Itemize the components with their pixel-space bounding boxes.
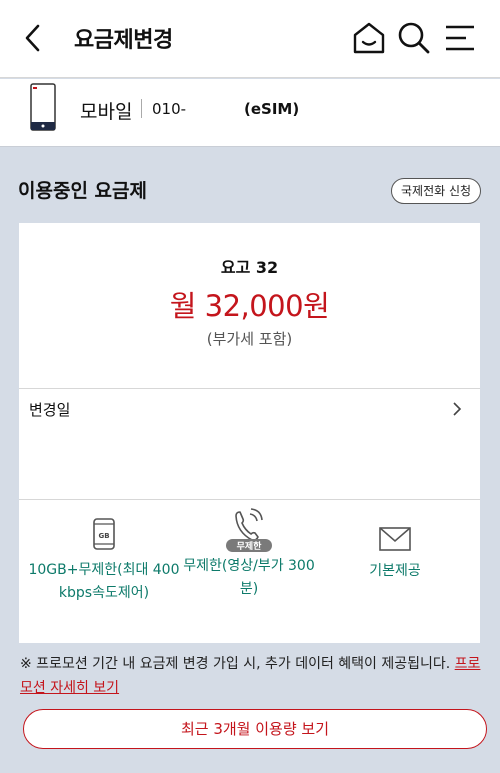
plan-vat-note: (부가세 포함) bbox=[206, 330, 293, 348]
plan-card: 요고 32 월 32,000원 (부가세 포함) 변경일 GB 10GB+무제한… bbox=[19, 223, 480, 643]
menu-icon[interactable] bbox=[442, 20, 478, 56]
change-date-label: 변경일 bbox=[29, 401, 71, 419]
feature-voice: 무제한 무제한(영상/부가 300 분) bbox=[172, 506, 326, 601]
home-icon[interactable] bbox=[351, 20, 387, 56]
search-icon[interactable] bbox=[396, 20, 432, 56]
chevron-right-icon bbox=[453, 402, 462, 416]
plan-price: 월 32,000원 bbox=[169, 289, 330, 323]
app-header: 요금제변경 bbox=[0, 0, 500, 78]
feature-message-text: 기본제공 bbox=[369, 563, 421, 579]
promotion-notice: ※ 프로모션 기간 내 요금제 변경 가입 시, 추가 데이터 혜택이 제공됩니… bbox=[20, 652, 482, 700]
device-info[interactable]: 모바일 010- (eSIM) bbox=[0, 79, 500, 147]
phone-call-icon: 무제한 bbox=[226, 508, 272, 552]
chevron-left-icon[interactable] bbox=[20, 22, 48, 54]
phone-device-icon bbox=[30, 83, 56, 131]
sim-type: (eSIM) bbox=[244, 100, 300, 118]
feature-data: GB 10GB+무제한(최대 400 kbps속도제어) bbox=[27, 517, 181, 605]
intl-call-button[interactable]: 국제전화 신청 bbox=[391, 178, 482, 204]
feature-message: 기본제공 bbox=[318, 526, 472, 583]
device-type: 모바일 bbox=[80, 101, 133, 123]
divider bbox=[141, 99, 142, 118]
change-date-row[interactable]: 변경일 bbox=[19, 389, 480, 435]
svg-text:GB: GB bbox=[98, 532, 109, 540]
envelope-icon bbox=[379, 527, 411, 551]
section-title: 이용중인 요금제 bbox=[18, 180, 147, 202]
plan-name: 요고 32 bbox=[220, 258, 279, 277]
feature-voice-text: 무제한(영상/부가 300 분) bbox=[183, 558, 315, 597]
page-title: 요금제변경 bbox=[74, 28, 173, 53]
data-gb-icon: GB bbox=[93, 518, 115, 550]
divider bbox=[19, 499, 480, 500]
phone-number: 010- bbox=[152, 100, 187, 118]
usage-history-button[interactable]: 최근 3개월 이용량 보기 bbox=[23, 709, 487, 749]
notice-text: ※ 프로모션 기간 내 요금제 변경 가입 시, 추가 데이터 혜택이 제공됩니… bbox=[20, 656, 455, 672]
feature-data-text: 10GB+무제한(최대 400 kbps속도제어) bbox=[28, 562, 180, 601]
svg-text:무제한: 무제한 bbox=[237, 540, 263, 552]
